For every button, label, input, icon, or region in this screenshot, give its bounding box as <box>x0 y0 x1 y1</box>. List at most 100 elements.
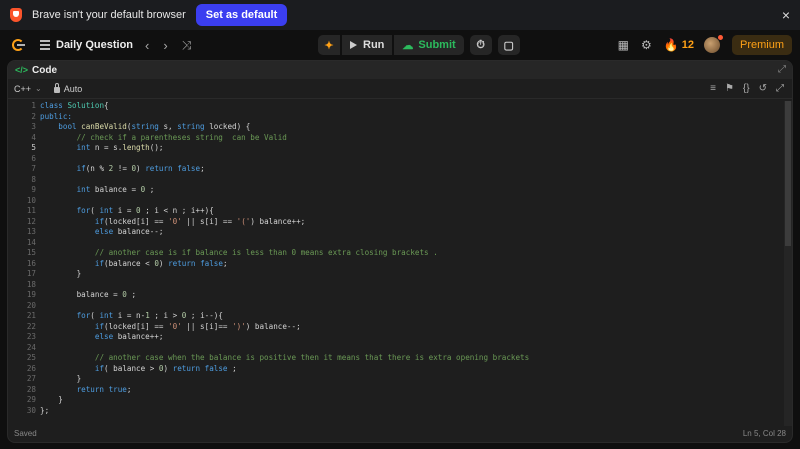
code-line[interactable]: if( balance > 0) return false ; <box>40 364 529 375</box>
brave-logo-icon <box>10 8 22 22</box>
run-label: Run <box>363 39 385 51</box>
code-line[interactable]: if(balance < 0) return false; <box>40 259 529 270</box>
daily-question-link[interactable]: Daily Question <box>56 39 133 51</box>
line-number: 4 <box>31 132 36 142</box>
braces-icon[interactable]: {} <box>743 83 750 94</box>
premium-button[interactable]: Premium <box>731 35 792 55</box>
code-line[interactable] <box>40 154 529 165</box>
code-line[interactable]: balance = 0 ; <box>40 290 529 301</box>
code-line[interactable]: return true; <box>40 385 529 396</box>
line-number: 9 <box>31 185 36 194</box>
cursor-position: Ln 5, Col 28 <box>742 428 786 438</box>
code-editor[interactable]: 1 2 3 4 5 6 7 8 9 10 11 12 13 14 15 16 17 18 19 20 21 22 23 24 2… <box>8 101 792 426</box>
chevron-down-icon[interactable]: ⌄ <box>35 84 42 93</box>
line-number: 28 <box>26 384 36 394</box>
chevron-right-icon[interactable]: › <box>163 38 167 53</box>
format-icon[interactable]: ≡ <box>710 83 716 94</box>
close-icon[interactable]: × <box>782 7 790 23</box>
line-number: 13 <box>26 227 36 236</box>
code-line[interactable]: if(locked[i] == '0' || s[i] == '(') bala… <box>40 217 529 228</box>
code-line[interactable]: public: <box>40 112 529 123</box>
reset-icon[interactable]: ↺ <box>759 83 767 94</box>
line-number: 22 <box>26 321 36 331</box>
code-line[interactable]: } <box>40 374 529 385</box>
code-line[interactable]: // another case when the balance is posi… <box>40 353 529 364</box>
line-number: 30 <box>26 405 36 415</box>
line-number: 1 <box>31 101 36 110</box>
code-line[interactable]: int balance = 0 ; <box>40 185 529 196</box>
shuffle-icon[interactable]: ⤨ <box>182 38 192 53</box>
language-select[interactable]: C++ <box>14 84 31 94</box>
line-number: 12 <box>26 216 36 226</box>
line-number: 14 <box>26 237 36 247</box>
code-panel: </> Code ⤢ C++ ⌄ Auto ≡ ⚑ {} ↺ ⤢ 1234567… <box>7 60 793 443</box>
code-line[interactable]: if(locked[i] == '0' || s[i]== ')') balan… <box>40 322 529 333</box>
line-number: 27 <box>26 374 36 383</box>
expand-icon[interactable]: ⤢ <box>778 64 786 75</box>
timer-icon[interactable]: ⏱ <box>469 35 492 55</box>
top-navigation: Daily Question ‹ › ⤨ ✦ Run ☁ Submit ⏱ ▢ … <box>0 30 800 60</box>
leetcode-logo-icon[interactable] <box>12 37 26 53</box>
code-line[interactable] <box>40 343 529 354</box>
cloud-upload-icon: ☁ <box>402 39 414 52</box>
avatar[interactable] <box>703 35 723 53</box>
line-number: 3 <box>31 122 36 131</box>
lock-icon <box>53 82 60 93</box>
code-line[interactable]: for( int i = 0 ; i < n ; i++){ <box>40 206 529 217</box>
code-line[interactable]: }; <box>40 406 529 417</box>
code-line[interactable] <box>40 238 529 249</box>
line-number: 15 <box>26 248 36 257</box>
fullscreen-icon[interactable]: ⤢ <box>776 83 784 94</box>
streak-count[interactable]: 12 <box>682 39 694 51</box>
line-number: 5 <box>31 143 36 152</box>
run-button[interactable]: Run <box>342 35 393 55</box>
line-number: 2 <box>31 111 36 121</box>
line-number: 8 <box>31 174 36 184</box>
code-line[interactable]: } <box>40 395 529 406</box>
code-content[interactable]: class Solution{public: bool canBeValid(s… <box>40 101 529 416</box>
code-line[interactable]: else balance++; <box>40 332 529 343</box>
submit-button[interactable]: ☁ Submit <box>394 35 464 55</box>
code-line[interactable] <box>40 175 529 186</box>
panel-header: </> Code ⤢ <box>8 61 792 79</box>
code-line[interactable] <box>40 280 529 291</box>
code-line[interactable]: } <box>40 269 529 280</box>
line-number: 20 <box>26 300 36 310</box>
chevron-left-icon[interactable]: ‹ <box>145 38 149 53</box>
auto-mode[interactable]: Auto <box>64 84 83 94</box>
code-line[interactable]: class Solution{ <box>40 101 529 112</box>
code-line[interactable]: for( int i = n-1 ; i > 0 ; i--){ <box>40 311 529 322</box>
line-number: 29 <box>26 395 36 404</box>
code-line[interactable]: int n = s.length(); <box>40 143 529 154</box>
submit-label: Submit <box>418 39 456 51</box>
bookmark-icon[interactable]: ⚑ <box>725 83 734 94</box>
layout-icon[interactable]: ▦ <box>618 38 629 52</box>
scrollbar-thumb[interactable] <box>785 101 791 246</box>
panel-title: Code <box>32 64 58 76</box>
line-number: 25 <box>26 353 36 362</box>
problem-list-icon[interactable] <box>40 40 50 50</box>
code-line[interactable] <box>40 301 529 312</box>
fire-icon: 🔥 <box>663 38 679 52</box>
code-line[interactable]: // check if a parentheses string can be … <box>40 133 529 144</box>
gear-icon[interactable]: ⚙ <box>641 38 652 52</box>
debug-icon[interactable]: ✦ <box>318 35 340 55</box>
code-line[interactable]: bool canBeValid(string s, string locked)… <box>40 122 529 133</box>
line-number: 10 <box>26 195 36 205</box>
play-icon <box>350 41 357 49</box>
status-bar: Saved Ln 5, Col 28 <box>8 424 792 442</box>
line-number: 24 <box>26 342 36 352</box>
default-browser-message: Brave isn't your default browser <box>32 9 186 21</box>
code-line[interactable]: if(n % 2 != 0) return false; <box>40 164 529 175</box>
editor-tools: ≡ ⚑ {} ↺ ⤢ <box>710 83 784 94</box>
line-number: 18 <box>26 279 36 289</box>
code-line[interactable] <box>40 196 529 207</box>
line-number: 26 <box>26 363 36 373</box>
notes-icon[interactable]: ▢ <box>497 35 520 55</box>
line-number: 23 <box>26 332 36 341</box>
set-as-default-button[interactable]: Set as default <box>195 4 288 26</box>
line-number: 21 <box>26 311 36 320</box>
code-line[interactable]: else balance--; <box>40 227 529 238</box>
code-line[interactable]: // another case is if balance is less th… <box>40 248 529 259</box>
code-icon: </> <box>15 65 29 75</box>
